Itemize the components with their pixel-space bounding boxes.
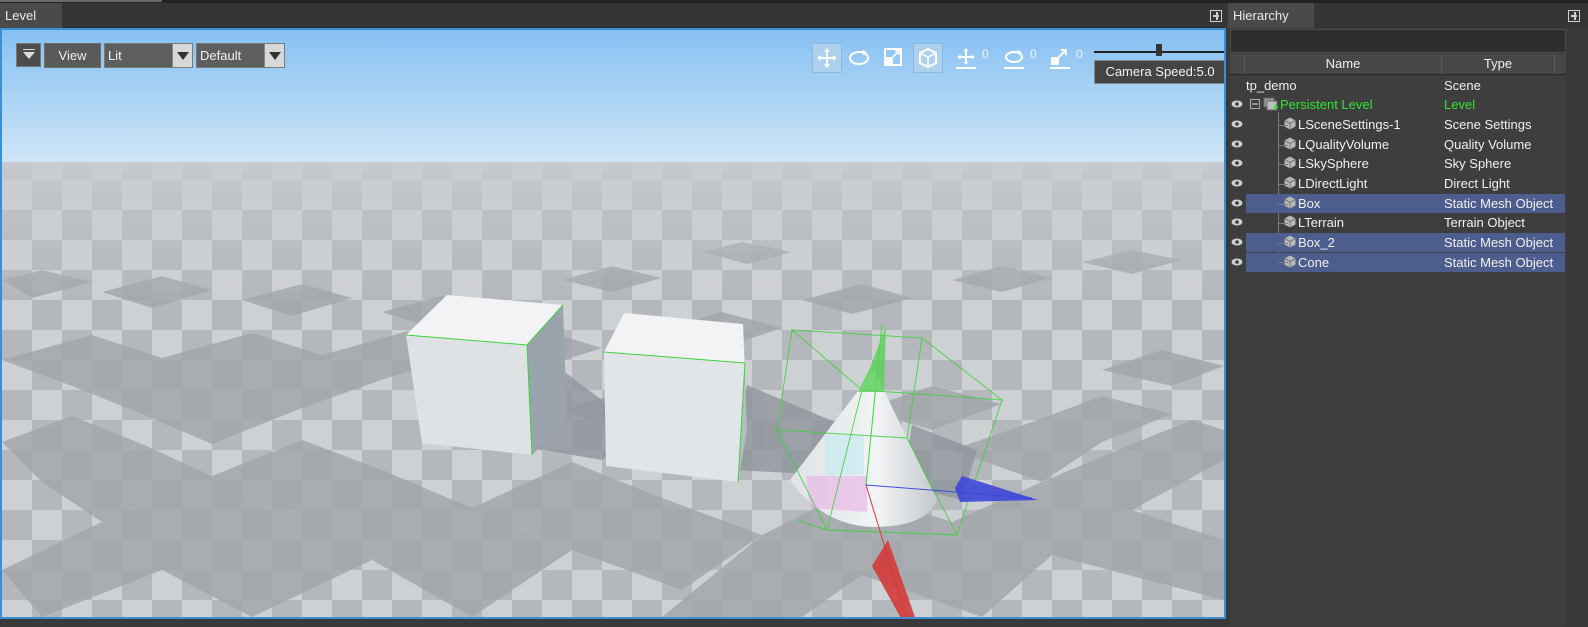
tree-row-label: Persistent Level bbox=[1280, 97, 1373, 112]
visibility-eye-icon[interactable] bbox=[1231, 257, 1243, 267]
visibility-eye-icon[interactable] bbox=[1231, 99, 1243, 109]
tree-row-type: Scene bbox=[1444, 78, 1481, 93]
tree-connector bbox=[1278, 243, 1288, 244]
top-strip-segment bbox=[0, 0, 162, 2]
camera-speed-label: Camera Speed:5.0 bbox=[1094, 60, 1224, 84]
move-arrows-icon bbox=[817, 48, 837, 68]
tree-row-type: Direct Light bbox=[1444, 176, 1510, 191]
tree-row-label: LQualityVolume bbox=[1298, 137, 1390, 152]
actor-cube-icon bbox=[1284, 156, 1296, 169]
tree-row-tp-demo[interactable]: tp_demo Scene bbox=[1230, 76, 1566, 96]
visibility-eye-icon[interactable] bbox=[1231, 119, 1243, 129]
tree-connector bbox=[1278, 164, 1288, 165]
rotate-snap-value: 0 bbox=[1030, 47, 1037, 61]
tab-level[interactable]: Level bbox=[0, 3, 62, 28]
scale-icon bbox=[884, 48, 902, 66]
tree-row-type: Scene Settings bbox=[1444, 117, 1532, 132]
column-header-type[interactable]: Type bbox=[1442, 54, 1555, 74]
tree-row-label: LTerrain bbox=[1298, 215, 1345, 230]
chevron-down-icon[interactable] bbox=[172, 44, 192, 67]
actor-cube-icon bbox=[1284, 215, 1296, 228]
tree-row-label: Cone bbox=[1298, 255, 1330, 270]
tree-row-name-cell: Box bbox=[1246, 194, 1442, 213]
tree-connector bbox=[1278, 145, 1288, 146]
translate-snap-value: 0 bbox=[982, 47, 989, 61]
level-viewport[interactable]: View Lit Default 0 0 0 Camera Speed:5.0 bbox=[0, 28, 1226, 619]
tree-row-type: Terrain Object bbox=[1444, 215, 1525, 230]
tree-row-label: Box_2 bbox=[1298, 235, 1335, 250]
collapse-minus-icon[interactable] bbox=[1250, 99, 1260, 109]
cube-space-icon bbox=[919, 47, 937, 69]
shading-mode-value: Lit bbox=[108, 48, 122, 63]
chevron-down-icon[interactable] bbox=[264, 44, 284, 67]
level-icon bbox=[1263, 97, 1278, 111]
tree-row-name-cell: LQualityVolume bbox=[1246, 135, 1442, 154]
actor-cube-icon bbox=[1284, 176, 1296, 189]
visibility-eye-icon[interactable] bbox=[1231, 198, 1243, 208]
visibility-eye-icon[interactable] bbox=[1231, 237, 1243, 247]
level-tab-bar: Level bbox=[0, 3, 1227, 28]
translate-snap-icon[interactable] bbox=[954, 46, 978, 70]
hierarchy-search-input[interactable] bbox=[1230, 29, 1566, 53]
rotate-icon bbox=[849, 50, 869, 65]
tree-connector bbox=[1278, 184, 1288, 185]
static-mesh-icon bbox=[1284, 235, 1296, 248]
tree-row-name-cell: tp_demo bbox=[1246, 76, 1442, 95]
translate-tool-button[interactable] bbox=[812, 43, 842, 73]
tree-row-label: Box bbox=[1298, 196, 1321, 211]
visibility-eye-icon[interactable] bbox=[1231, 217, 1243, 227]
scale-snap-icon[interactable] bbox=[1048, 46, 1072, 70]
tree-row-name-cell: Persistent Level bbox=[1246, 95, 1442, 114]
tree-row-type: Static Mesh Object bbox=[1442, 253, 1565, 272]
box-1-mesh bbox=[405, 295, 567, 456]
view-preset-select[interactable]: Default bbox=[196, 43, 285, 68]
scale-snap-value: 0 bbox=[1076, 47, 1083, 61]
tree-connector bbox=[1278, 262, 1288, 263]
static-mesh-icon bbox=[1284, 196, 1296, 209]
tree-row-label: tp_demo bbox=[1246, 78, 1297, 93]
camera-speed-slider-handle[interactable] bbox=[1156, 44, 1162, 56]
tree-connector bbox=[1278, 204, 1288, 205]
tree-row-name-cell: LDirectLight bbox=[1246, 174, 1442, 193]
view-button[interactable]: View bbox=[44, 43, 101, 68]
tree-row-name-cell: LTerrain bbox=[1246, 213, 1442, 232]
tree-row-label: LSkySphere bbox=[1298, 156, 1369, 171]
visibility-eye-icon[interactable] bbox=[1231, 158, 1243, 168]
hierarchy-column-header: Name Type bbox=[1230, 54, 1566, 75]
tree-row-type: Static Mesh Object bbox=[1442, 194, 1565, 213]
tree-row-cone[interactable]: Cone Static Mesh Object bbox=[1230, 253, 1566, 273]
tree-row-name-cell: LSkySphere bbox=[1246, 154, 1442, 173]
column-header-name[interactable]: Name bbox=[1244, 54, 1442, 74]
view-preset-value: Default bbox=[200, 48, 242, 63]
shading-mode-select[interactable]: Lit bbox=[104, 43, 193, 68]
tree-row-type: Level bbox=[1444, 97, 1476, 112]
tree-connector bbox=[1278, 223, 1288, 224]
hierarchy-panel-pin-icon[interactable] bbox=[1568, 10, 1580, 22]
visibility-eye-icon[interactable] bbox=[1231, 139, 1243, 149]
hierarchy-tab-bar: Hierarchy bbox=[1228, 3, 1588, 28]
viewport-scene bbox=[2, 30, 1224, 617]
level-panel-pin-icon[interactable] bbox=[1210, 10, 1222, 22]
tree-row-label: LDirectLight bbox=[1298, 176, 1368, 191]
visibility-eye-icon[interactable] bbox=[1231, 178, 1243, 188]
tree-row-type: Static Mesh Object bbox=[1442, 233, 1565, 252]
tree-row-label: LSceneSettings-1 bbox=[1298, 117, 1401, 132]
tree-connector bbox=[1278, 125, 1288, 126]
tree-row-persistent-level[interactable]: Persistent Level Level bbox=[1230, 95, 1566, 115]
tree-row-name-cell: LSceneSettings-1 bbox=[1246, 115, 1442, 134]
viewport-menu-button[interactable] bbox=[16, 43, 41, 67]
rotate-tool-button[interactable] bbox=[845, 43, 875, 73]
rotate-snap-icon[interactable] bbox=[1002, 46, 1026, 70]
actor-cube-icon bbox=[1284, 117, 1296, 130]
scale-tool-button[interactable] bbox=[879, 43, 909, 73]
tree-row-type: Sky Sphere bbox=[1444, 156, 1512, 171]
box-2-mesh bbox=[603, 313, 747, 483]
tree-row-name-cell: Box_2 bbox=[1246, 233, 1442, 252]
hierarchy-tree: tp_demo Scene Persistent Level Level LSc… bbox=[1230, 76, 1566, 626]
local-space-toggle[interactable] bbox=[913, 43, 943, 73]
tree-row-name-cell: Cone bbox=[1246, 253, 1442, 272]
actor-cube-icon bbox=[1284, 137, 1296, 150]
tab-hierarchy[interactable]: Hierarchy bbox=[1228, 3, 1314, 28]
tree-row-type: Quality Volume bbox=[1444, 137, 1532, 152]
